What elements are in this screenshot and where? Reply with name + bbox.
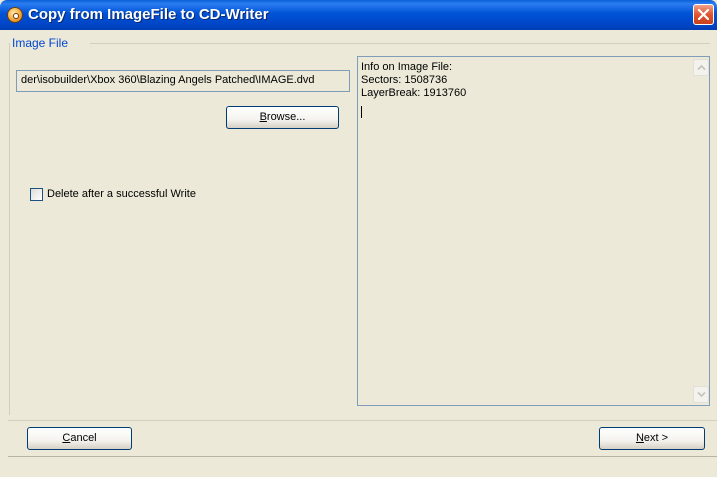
browse-button[interactable]: Browse... bbox=[226, 106, 339, 129]
next-mnemonic: N bbox=[635, 432, 644, 444]
groupbox-border-top bbox=[90, 43, 710, 44]
disc-app-icon[interactable] bbox=[7, 7, 23, 23]
close-button[interactable] bbox=[693, 4, 714, 25]
info-line-sectors: Sectors: 1508736 bbox=[361, 74, 448, 86]
delete-after-write-label[interactable]: Delete after a successful Write bbox=[47, 188, 196, 200]
delete-after-write-checkbox[interactable] bbox=[30, 188, 43, 201]
info-line-layerbreak: LayerBreak: 1913760 bbox=[361, 87, 467, 99]
status-bar bbox=[8, 456, 717, 477]
chevron-down-icon bbox=[697, 391, 706, 398]
next-label: ext > bbox=[643, 432, 669, 444]
cancel-button[interactable]: Cancel bbox=[27, 427, 132, 450]
title-bar[interactable]: Copy from ImageFile to CD-Writer bbox=[0, 0, 717, 30]
chevron-up-icon bbox=[697, 64, 706, 71]
cancel-label: ancel bbox=[70, 432, 97, 444]
text-caret bbox=[361, 106, 362, 118]
image-info-textarea[interactable]: Info on Image File: Sectors: 1508736 Lay… bbox=[357, 56, 710, 406]
browse-mnemonic: B bbox=[259, 111, 267, 123]
browse-label: rowse... bbox=[266, 111, 306, 123]
info-line-header: Info on Image File: bbox=[361, 61, 453, 73]
close-icon bbox=[698, 9, 709, 20]
scroll-down-button[interactable] bbox=[693, 386, 709, 403]
next-button[interactable]: Next > bbox=[599, 427, 705, 450]
groupbox-border-left bbox=[9, 43, 10, 415]
scroll-up-button[interactable] bbox=[693, 59, 709, 76]
groupbox-label: Image File bbox=[12, 36, 69, 50]
button-separator bbox=[8, 420, 717, 421]
image-path-field[interactable]: der\isobuilder\Xbox 360\Blazing Angels P… bbox=[16, 70, 350, 92]
image-info-text: Info on Image File: Sectors: 1508736 Lay… bbox=[361, 61, 466, 100]
window-title: Copy from ImageFile to CD-Writer bbox=[28, 6, 269, 23]
